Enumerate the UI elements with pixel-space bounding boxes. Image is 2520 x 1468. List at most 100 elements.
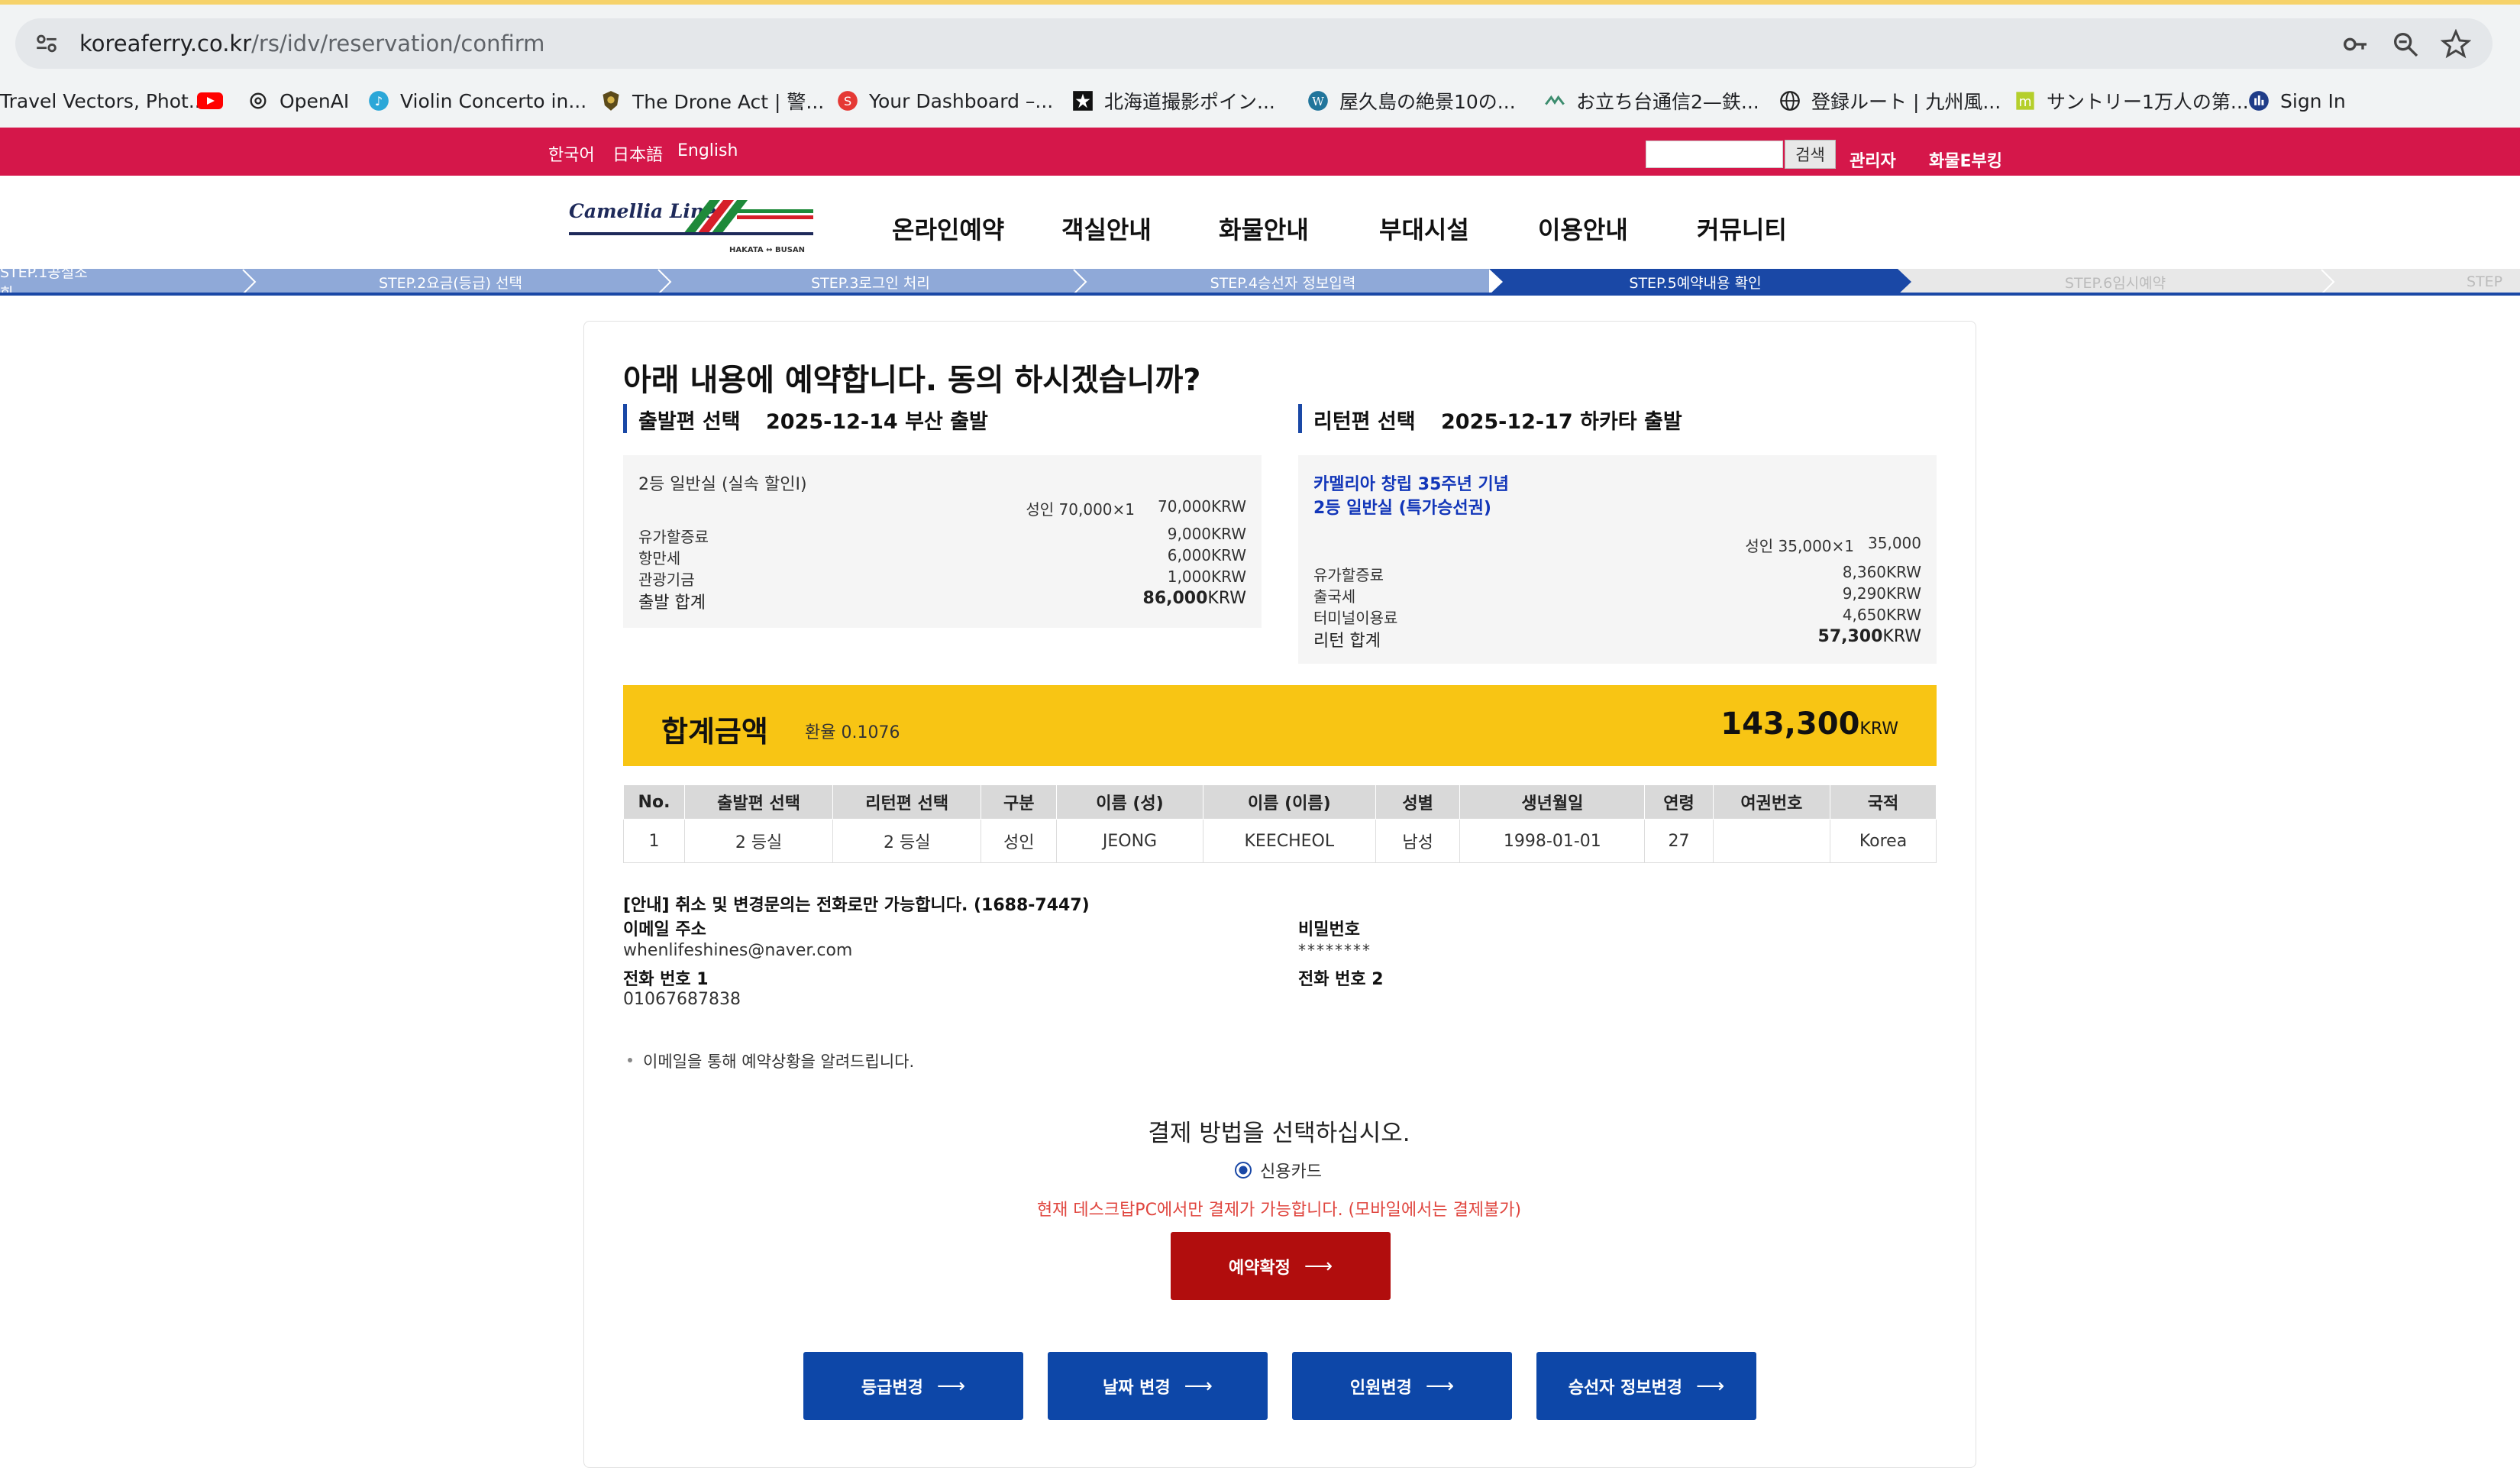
nav-usage-guide[interactable]: 이용안내 bbox=[1538, 211, 1628, 246]
departure-total: 86,000KRW bbox=[1143, 589, 1246, 608]
bookmark-sign-in[interactable]: Sign In bbox=[2248, 79, 2346, 122]
phone1-value: 01067687838 bbox=[623, 990, 741, 1009]
address-bar[interactable]: koreaferry.co.kr/rs/idv/reservation/conf… bbox=[15, 18, 2493, 69]
confirm-reservation-button[interactable]: 예약확정 ⟶ bbox=[1171, 1232, 1391, 1300]
bookmark-label: 登録ルート | 九州風... bbox=[1811, 91, 2001, 113]
openai-icon bbox=[250, 92, 267, 109]
nav-cargo-info[interactable]: 화물안내 bbox=[1219, 211, 1309, 246]
radio-selected-icon[interactable] bbox=[1234, 1161, 1252, 1179]
bookmark-label: お立ち台通信2—鉄... bbox=[1576, 91, 1759, 113]
step-6: STEP.6임시예약 bbox=[2064, 274, 2166, 292]
lang-english-link[interactable]: English bbox=[677, 141, 738, 160]
bookmark-label: Travel Vectors, Phot... bbox=[0, 89, 207, 112]
departure-total-value: 86,000 bbox=[1142, 589, 1208, 608]
police-badge-icon bbox=[603, 91, 619, 111]
departure-item-amount: 9,000KRW bbox=[1167, 525, 1246, 543]
bookmark-youtube[interactable] bbox=[197, 79, 234, 122]
departure-item-name: 항만세 bbox=[638, 549, 681, 567]
payment-option-credit-card[interactable]: 신용카드 bbox=[1234, 1160, 1322, 1182]
change-class-button[interactable]: 등급변경 ⟶ bbox=[803, 1352, 1023, 1420]
bookmark-suntory[interactable]: m サントリー1万人の第... bbox=[2014, 79, 2249, 122]
bookmark-label: サントリー1万人の第... bbox=[2047, 91, 2249, 113]
svg-text:♪: ♪ bbox=[375, 94, 383, 108]
site-search-button[interactable]: 검색 bbox=[1785, 140, 1836, 169]
grand-total-unit: KRW bbox=[1859, 719, 1898, 739]
change-passengers-button[interactable]: 인원변경 ⟶ bbox=[1292, 1352, 1512, 1420]
dashboard-site-icon: S bbox=[838, 91, 858, 111]
return-promo-line2: 2등 일반실 (특가승선권) bbox=[1313, 499, 1491, 518]
lang-japanese-link[interactable]: 日本語 bbox=[612, 141, 663, 166]
change-date-button[interactable]: 날짜 변경 ⟶ bbox=[1048, 1352, 1268, 1420]
table-cell: 1 bbox=[623, 819, 685, 863]
col-header: 리턴편 선택 bbox=[832, 784, 982, 820]
url-text[interactable]: koreaferry.co.kr/rs/idv/reservation/conf… bbox=[79, 29, 544, 58]
table-cell: 1998-01-01 bbox=[1459, 819, 1646, 863]
site-settings-icon[interactable] bbox=[34, 31, 60, 57]
step-4: STEP.4승선자 정보입력 bbox=[1210, 274, 1356, 292]
table-cell: 27 bbox=[1644, 819, 1714, 863]
browser-chrome: koreaferry.co.kr/rs/idv/reservation/conf… bbox=[0, 5, 2520, 128]
phone1-label: 전화 번호 1 bbox=[623, 970, 709, 989]
departure-total-unit: KRW bbox=[1207, 589, 1246, 608]
bookmark-violin[interactable]: ♪ Violin Concerto in... bbox=[368, 79, 586, 122]
bookmark-otachidai[interactable]: お立ち台通信2—鉄... bbox=[1544, 79, 1759, 122]
bookmark-dashboard[interactable]: S Your Dashboard –... bbox=[837, 79, 1053, 122]
site-search-input[interactable] bbox=[1646, 141, 1783, 168]
payment-warning: 현재 데스크탑PC에서만 결제가 가능합니다. (모바일에서는 결제불가) bbox=[1036, 1201, 1522, 1220]
bookmark-label: Sign In bbox=[2280, 89, 2346, 112]
table-cell: 2 등실 bbox=[683, 819, 834, 863]
change-button-label: 인원변경 bbox=[1349, 1378, 1412, 1398]
return-date: 2025-12-17 하카타 출발 bbox=[1441, 410, 1682, 434]
bookmark-yakushima[interactable]: W 屋久島の絶景10の... bbox=[1307, 79, 1516, 122]
suntory-icon: m bbox=[2016, 92, 2034, 110]
col-header: No. bbox=[623, 784, 685, 820]
nav-online-reservation[interactable]: 온라인예약 bbox=[892, 211, 1004, 246]
bookmark-label: 屋久島の絶景10の... bbox=[1339, 91, 1516, 113]
return-item-amount: 8,360KRW bbox=[1842, 563, 1921, 581]
bookmarks-bar: Travel Vectors, Phot... OpenAI ♪ Violin … bbox=[0, 79, 2520, 122]
cargo-booking-link[interactable]: 화물E부킹 bbox=[1929, 147, 2002, 172]
departure-date: 2025-12-14 부산 출발 bbox=[766, 410, 988, 434]
step-2: STEP.2요금(등급) 선택 bbox=[378, 274, 523, 292]
camellia-line-logo[interactable]: Camellia Line HAKATA ↔ BUSAN bbox=[569, 199, 813, 254]
site-top-bar: 한국어 日本語 English 검색 관리자 화물E부킹 bbox=[0, 128, 2520, 176]
return-fare-box: 카멜리아 창립 35주년 기념 2등 일반실 (특가승선권) 성인 35,000… bbox=[1298, 455, 1937, 664]
arrow-right-icon: ⟶ bbox=[1184, 1374, 1213, 1398]
svg-text:W: W bbox=[1312, 95, 1324, 108]
return-total: 57,300KRW bbox=[1818, 627, 1921, 646]
bookmark-hokkaido[interactable]: 北海道撮影ポイン... bbox=[1072, 79, 1275, 122]
bookmark-openai[interactable]: OpenAI bbox=[247, 79, 349, 122]
zoom-icon[interactable] bbox=[2390, 29, 2421, 60]
admin-link[interactable]: 관리자 bbox=[1850, 147, 1896, 172]
departure-section-bar bbox=[623, 404, 627, 433]
page-title: 아래 내용에 예약합니다. 동의 하시겠습니까? bbox=[623, 363, 1201, 398]
return-item-name: 유가할증료 bbox=[1313, 566, 1384, 584]
nav-facilities[interactable]: 부대시설 bbox=[1379, 211, 1469, 246]
key-icon[interactable] bbox=[2340, 29, 2370, 60]
passenger-table: No. 출발편 선택 리턴편 선택 구분 이름 (성) 이름 (이름) 성별 생… bbox=[623, 784, 1937, 863]
bookmark-travel-vectors[interactable]: Travel Vectors, Phot... bbox=[0, 79, 207, 122]
lang-korean-link[interactable]: 한국어 bbox=[548, 141, 595, 166]
table-cell: 2 등실 bbox=[832, 819, 982, 863]
svg-text:m: m bbox=[2018, 95, 2031, 110]
departure-fare-box: 2등 일반실 (실속 할인Ⅰ) 성인 70,000×1 70,000KRW 유가… bbox=[623, 455, 1262, 628]
departure-fare-amount: 70,000KRW bbox=[1158, 497, 1246, 516]
return-total-value: 57,300 bbox=[1817, 627, 1883, 646]
bookmark-star-icon[interactable] bbox=[2441, 29, 2471, 60]
svg-text:S: S bbox=[844, 94, 851, 108]
departure-label: 출발편 선택 bbox=[638, 410, 741, 434]
change-button-label: 날짜 변경 bbox=[1103, 1378, 1171, 1398]
star-site-icon bbox=[1073, 91, 1093, 111]
email-note: 이메일을 통해 예약상황을 알려드립니다. bbox=[643, 1052, 915, 1071]
logo-subtitle: HAKATA ↔ BUSAN bbox=[729, 246, 805, 254]
bookmark-label: The Drone Act | 警... bbox=[632, 91, 825, 113]
grand-total-label: 합계금액 bbox=[661, 715, 768, 749]
change-passenger-info-button[interactable]: 승선자 정보변경 ⟶ bbox=[1536, 1352, 1756, 1420]
nav-community[interactable]: 커뮤니티 bbox=[1697, 211, 1787, 246]
departure-item-amount: 6,000KRW bbox=[1167, 546, 1246, 564]
bookmark-kyushu[interactable]: 登録ルート | 九州風... bbox=[1779, 79, 2001, 122]
nav-cabin-info[interactable]: 객실안내 bbox=[1061, 211, 1152, 246]
password-label: 비밀번호 bbox=[1298, 920, 1360, 939]
email-value: whenlifeshines@naver.com bbox=[623, 941, 853, 960]
bookmark-drone-act[interactable]: The Drone Act | 警... bbox=[600, 79, 824, 122]
